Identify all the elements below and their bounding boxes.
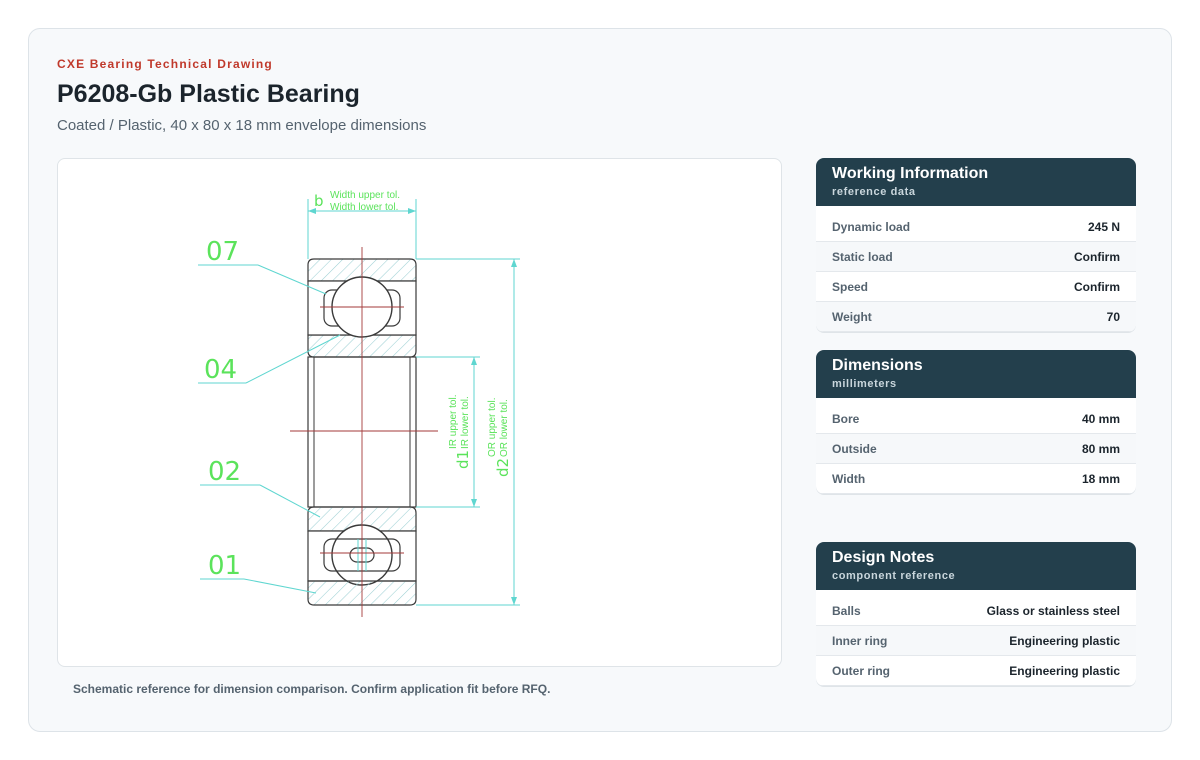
spec-key: Weight bbox=[832, 309, 872, 324]
spec-key: Balls bbox=[832, 603, 861, 618]
spec-key: Static load bbox=[832, 249, 893, 264]
technical-drawing: b Width upper tol. Width lower tol. d1 I… bbox=[57, 158, 782, 667]
spec-key: Width bbox=[832, 471, 866, 486]
callout-04-label: 04 bbox=[204, 355, 237, 385]
spec-row-bore: Bore 40 mm bbox=[816, 404, 1136, 434]
spec-row-speed: Speed Confirm bbox=[816, 272, 1136, 302]
design-notes-panel: Design Notes component reference Balls G… bbox=[816, 542, 1136, 686]
page-title: P6208-Gb Plastic Bearing bbox=[57, 80, 360, 108]
width-symbol-label: b bbox=[314, 192, 324, 210]
outside-symbol-label: d2 bbox=[494, 458, 512, 477]
panel-title: Design Notes bbox=[832, 549, 935, 566]
eyebrow-label: CXE Bearing Technical Drawing bbox=[57, 57, 273, 71]
callout-01: 01 bbox=[200, 551, 317, 594]
spec-value: 40 mm bbox=[1081, 411, 1120, 426]
spec-key: Speed bbox=[832, 279, 869, 294]
callout-02: 02 bbox=[200, 457, 321, 518]
panel-subtitle: reference data bbox=[832, 186, 916, 198]
working-information-panel: Working Information reference data Dynam… bbox=[816, 158, 1136, 332]
drawing-caption: Schematic reference for dimension compar… bbox=[73, 682, 551, 696]
spec-row-dynamic-load: Dynamic load 245 N bbox=[816, 212, 1136, 242]
panel-header: Design Notes component reference bbox=[816, 542, 1136, 590]
spec-key: Outside bbox=[832, 441, 877, 456]
spec-key: Outer ring bbox=[832, 663, 891, 678]
ir-upper-tol-label: IR upper tol. bbox=[448, 395, 459, 449]
panel-header: Working Information reference data bbox=[816, 158, 1136, 206]
width-upper-tol-label: Width upper tol. bbox=[330, 190, 400, 201]
callout-02-label: 02 bbox=[208, 457, 241, 487]
spec-value: Confirm bbox=[1074, 249, 1120, 264]
callout-01-label: 01 bbox=[208, 551, 241, 581]
callout-07: 07 bbox=[198, 237, 327, 295]
spec-row-static-load: Static load Confirm bbox=[816, 242, 1136, 272]
bearing-section-diagram: b Width upper tol. Width lower tol. d1 I… bbox=[198, 190, 520, 617]
spec-value: 80 mm bbox=[1081, 441, 1120, 456]
panel-subtitle: millimeters bbox=[832, 378, 897, 390]
callout-07-label: 07 bbox=[206, 237, 239, 267]
width-lower-tol-label: Width lower tol. bbox=[330, 202, 398, 213]
spec-row-outside: Outside 80 mm bbox=[816, 434, 1136, 464]
panel-header: Dimensions millimeters bbox=[816, 350, 1136, 398]
spec-row-outer-ring: Outer ring Engineering plastic bbox=[816, 656, 1136, 686]
panel-title: Working Information bbox=[832, 165, 989, 182]
spec-value: Engineering plastic bbox=[1009, 633, 1120, 648]
ir-lower-tol-label: IR lower tol. bbox=[460, 396, 471, 449]
drawing-card: CXE Bearing Technical Drawing P6208-Gb P… bbox=[28, 28, 1172, 732]
spec-row-inner-ring: Inner ring Engineering plastic bbox=[816, 626, 1136, 656]
spec-key: Bore bbox=[832, 411, 860, 426]
spec-value: 245 N bbox=[1087, 219, 1120, 234]
dimensions-panel: Dimensions millimeters Bore 40 mm Outsid… bbox=[816, 350, 1136, 494]
bore-dimension: d1 IR upper tol. IR lower tol. bbox=[416, 356, 480, 508]
or-lower-tol-label: OR lower tol. bbox=[499, 399, 510, 457]
spec-value: Glass or stainless steel bbox=[986, 603, 1120, 618]
panel-title: Dimensions bbox=[832, 357, 923, 374]
spec-key: Dynamic load bbox=[832, 219, 911, 234]
or-upper-tol-label: OR upper tol. bbox=[487, 398, 498, 457]
panel-subtitle: component reference bbox=[832, 570, 956, 582]
spec-row-balls: Balls Glass or stainless steel bbox=[816, 596, 1136, 626]
spec-row-width: Width 18 mm bbox=[816, 464, 1136, 494]
spec-value: Engineering plastic bbox=[1009, 663, 1120, 678]
panel-body: Dynamic load 245 N Static load Confirm S… bbox=[816, 206, 1136, 332]
page-subtitle: Coated / Plastic, 40 x 80 x 18 mm envelo… bbox=[57, 117, 427, 134]
spec-row-weight: Weight 70 bbox=[816, 302, 1136, 332]
spec-key: Inner ring bbox=[832, 633, 888, 648]
bore-symbol-label: d1 bbox=[454, 450, 472, 469]
spec-value: 70 bbox=[1106, 309, 1120, 324]
panel-body: Balls Glass or stainless steel Inner rin… bbox=[816, 590, 1136, 686]
spec-value: Confirm bbox=[1074, 279, 1120, 294]
spec-value: 18 mm bbox=[1081, 471, 1120, 486]
panel-body: Bore 40 mm Outside 80 mm Width 18 mm bbox=[816, 398, 1136, 494]
